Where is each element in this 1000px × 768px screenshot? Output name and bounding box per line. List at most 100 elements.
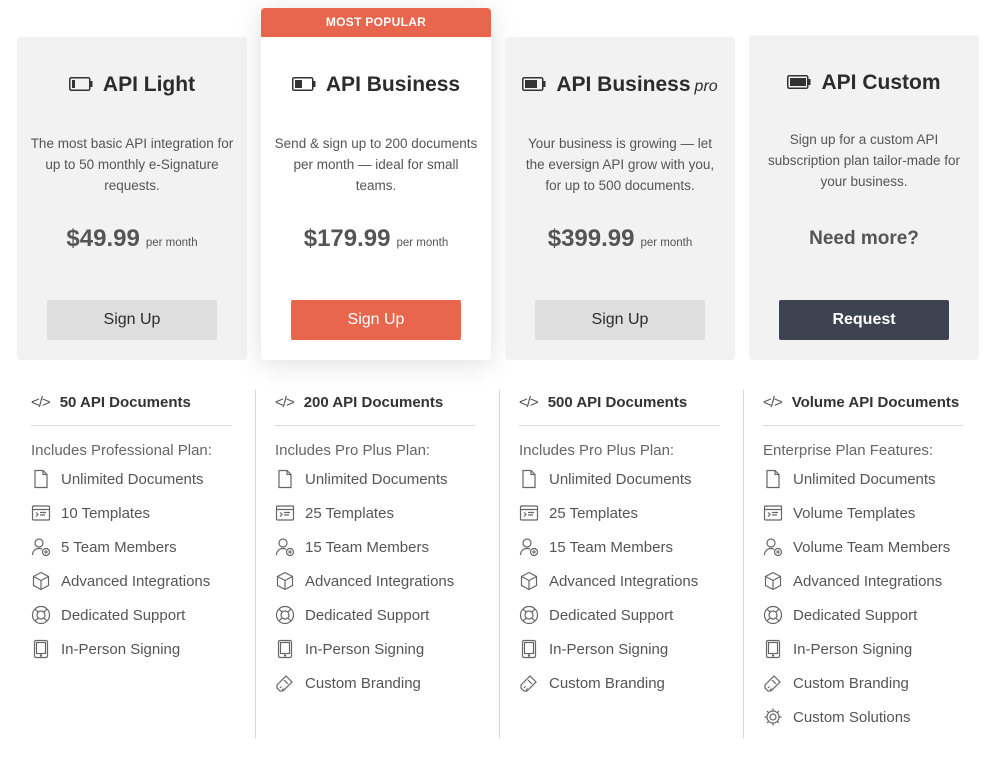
team-member-icon [31, 537, 51, 557]
plan-title: API Business [261, 73, 491, 97]
feature-label: Custom Branding [793, 674, 909, 692]
feature-label: Advanced Integrations [305, 572, 455, 590]
feature-item: Unlimited Documents [275, 462, 499, 496]
brush-icon [763, 673, 783, 693]
feature-list: Unlimited Documents 10 Templates 5 Team … [31, 462, 261, 666]
feature-label: 15 Team Members [305, 538, 429, 556]
feature-list: Unlimited Documents 25 Templates 15 Team… [519, 462, 743, 700]
brush-icon [275, 673, 295, 693]
feature-column: </> 50 API Documents Includes Profession… [17, 390, 261, 738]
tablet-icon [31, 639, 51, 659]
feature-label: Dedicated Support [549, 606, 674, 624]
plan-description: The most basic API integration for up to… [30, 136, 234, 193]
includes-label: Includes Pro Plus Plan: [275, 442, 431, 459]
request-button[interactable]: Request [779, 300, 949, 340]
cube-icon [519, 571, 539, 591]
plan-price: $49.99 per month [17, 225, 247, 253]
sign-up-button[interactable]: Sign Up [47, 300, 217, 340]
includes-label: Includes Pro Plus Plan: [519, 442, 675, 459]
template-icon [31, 503, 51, 523]
feature-label: Advanced Integrations [793, 572, 943, 590]
feature-item: In-Person Signing [31, 632, 261, 666]
feature-item: 5 Team Members [31, 530, 261, 564]
plan-price: $179.99 per month [261, 225, 491, 253]
plan-card-api-custom: API Custom Sign up for a custom API subs… [749, 35, 979, 360]
feature-label: In-Person Signing [793, 640, 913, 658]
gear-icon [763, 707, 783, 727]
feature-list: Unlimited Documents 25 Templates 15 Team… [275, 462, 499, 700]
battery-icon [68, 73, 93, 97]
feature-label: 25 Templates [549, 504, 638, 522]
code-icon: </> [31, 394, 51, 411]
sign-up-button[interactable]: Sign Up [291, 300, 461, 340]
feature-heading-text: 500 API Documents [547, 394, 688, 411]
feature-item: In-Person Signing [275, 632, 499, 666]
document-icon [31, 469, 51, 489]
feature-item: Advanced Integrations [519, 564, 743, 598]
lifebuoy-icon [519, 605, 539, 625]
battery-icon [787, 71, 811, 95]
plan-card-api-light: API Light The most basic API integration… [17, 37, 247, 360]
feature-label: Advanced Integrations [549, 572, 699, 590]
price-period: per month [396, 237, 449, 249]
feature-label: Dedicated Support [61, 606, 186, 624]
feature-label: Advanced Integrations [61, 572, 211, 590]
feature-item: Advanced Integrations [275, 564, 499, 598]
feature-label: 5 Team Members [61, 538, 177, 556]
feature-heading: </> 500 API Documents [519, 394, 720, 426]
most-popular-badge: MOST POPULAR [261, 8, 491, 37]
plan-description: Your business is growing — let the evers… [525, 136, 715, 193]
lifebuoy-icon [31, 605, 51, 625]
plan-title: API Custom [749, 71, 979, 95]
plan-card-api-business-pro: API Business pro Your business is growing… [505, 37, 735, 360]
tablet-icon [519, 639, 539, 659]
feature-label: 25 Templates [305, 504, 394, 522]
feature-label: In-Person Signing [61, 640, 181, 658]
feature-item: Advanced Integrations [31, 564, 261, 598]
template-icon [519, 503, 539, 523]
plan-name: API Business [325, 73, 461, 96]
feature-item: Custom Branding [275, 666, 499, 700]
feature-list: Unlimited Documents Volume Templates Vol… [763, 462, 987, 734]
feature-item: 25 Templates [275, 496, 499, 530]
feature-item: Dedicated Support [275, 598, 499, 632]
feature-item: 25 Templates [519, 496, 743, 530]
feature-label: Unlimited Documents [549, 470, 692, 488]
code-icon: </> [763, 394, 783, 411]
feature-heading-text: Volume API Documents [791, 394, 960, 411]
feature-item: In-Person Signing [519, 632, 743, 666]
feature-label: 15 Team Members [549, 538, 673, 556]
tablet-icon [275, 639, 295, 659]
plan-name-suffix: pro [694, 78, 718, 95]
feature-label: Volume Team Members [793, 538, 951, 556]
feature-heading: </> Volume API Documents [763, 394, 964, 426]
team-member-icon [763, 537, 783, 557]
template-icon [763, 503, 783, 523]
feature-label: Custom Branding [305, 674, 421, 692]
feature-heading: </> 200 API Documents [275, 394, 476, 426]
feature-column: </> Volume API Documents Enterprise Plan… [743, 390, 987, 738]
code-icon: </> [519, 394, 539, 411]
feature-item: Dedicated Support [519, 598, 743, 632]
plan-name-text: API Business [556, 73, 691, 96]
price-amount: $399.99 [547, 225, 635, 252]
plan-description: Sign up for a custom API subscription pl… [767, 132, 961, 189]
plan-title: API Light [17, 73, 247, 97]
document-icon [763, 469, 783, 489]
feature-item: Volume Templates [763, 496, 987, 530]
template-icon [275, 503, 295, 523]
plan-name: API Business pro [556, 73, 717, 97]
feature-label: Unlimited Documents [793, 470, 936, 488]
need-more-text: Need more? [809, 228, 919, 249]
plan-description: Send & sign up to 200 documents per mont… [274, 136, 478, 193]
team-member-icon [519, 537, 539, 557]
feature-label: In-Person Signing [549, 640, 669, 658]
plan-name: API Custom [821, 71, 941, 94]
code-icon: </> [275, 394, 295, 411]
feature-label: Unlimited Documents [61, 470, 204, 488]
feature-item: Custom Solutions [763, 700, 987, 734]
feature-item: Unlimited Documents [763, 462, 987, 496]
plan-name: API Light [102, 73, 196, 96]
sign-up-button[interactable]: Sign Up [535, 300, 705, 340]
feature-item: Unlimited Documents [519, 462, 743, 496]
